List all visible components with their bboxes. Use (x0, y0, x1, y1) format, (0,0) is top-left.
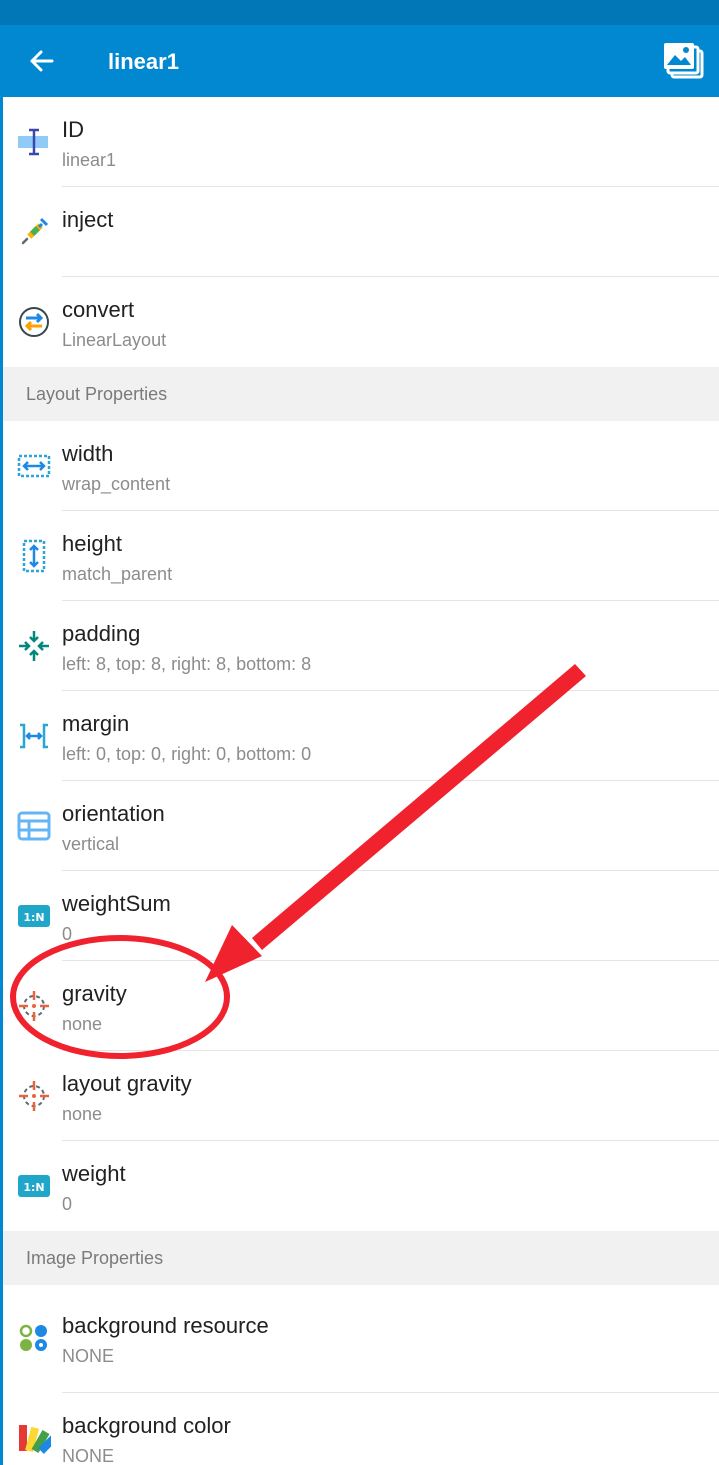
property-value: wrap_content (62, 474, 171, 494)
property-value: NONE (62, 1346, 115, 1366)
property-row-padding[interactable]: padding left: 8, top: 8, right: 8, botto… (3, 601, 719, 691)
crosshair-icon (17, 1079, 51, 1113)
dots-palette-icon (17, 1321, 51, 1355)
margin-brackets-icon (17, 719, 51, 753)
property-row-background-resource[interactable]: background resource NONE (3, 1285, 719, 1393)
section-header-image-properties: Image Properties (3, 1231, 719, 1285)
property-row-inject[interactable]: inject (3, 187, 719, 277)
section-header-layout-properties: Layout Properties (3, 367, 719, 421)
property-row-gravity[interactable]: gravity none (3, 961, 719, 1051)
width-arrows-icon (17, 449, 51, 483)
properties-list[interactable]: ID linear1 inject convert LinearLayout L… (0, 97, 719, 1465)
property-row-margin[interactable]: margin left: 0, top: 0, right: 0, bottom… (3, 691, 719, 781)
property-value: left: 0, top: 0, right: 0, bottom: 0 (62, 744, 312, 764)
property-value: NONE (62, 1446, 115, 1465)
property-label: layout gravity (62, 1071, 192, 1096)
page-title: linear1 (108, 49, 179, 74)
property-label: ID (62, 117, 84, 142)
property-row-width[interactable]: width wrap_content (3, 421, 719, 511)
id-field-icon (17, 125, 51, 159)
property-value: 0 (62, 1194, 73, 1214)
arrow-left-icon (30, 50, 54, 72)
property-label: background color (62, 1413, 231, 1438)
status-bar (0, 0, 719, 25)
image-stack-icon (664, 43, 704, 79)
property-row-background-color[interactable]: background color NONE (3, 1393, 719, 1465)
property-label: convert (62, 297, 135, 322)
property-value: none (62, 1014, 103, 1034)
crosshair-icon (17, 989, 51, 1023)
property-label: inject (62, 207, 114, 232)
property-label: width (62, 441, 114, 466)
property-label: background resource (62, 1313, 269, 1338)
property-row-id[interactable]: ID linear1 (3, 97, 719, 187)
property-row-layout-gravity[interactable]: layout gravity none (3, 1051, 719, 1141)
property-label: margin (62, 711, 130, 736)
property-label: orientation (62, 801, 165, 826)
property-row-orientation[interactable]: orientation vertical (3, 781, 719, 871)
property-value: 0 (62, 924, 73, 944)
ratio-icon-text: 1:N (23, 911, 44, 924)
ratio-icon-text: 1:N (23, 1181, 44, 1194)
property-value: left: 8, top: 8, right: 8, bottom: 8 (62, 654, 312, 674)
color-swatches-icon (17, 1421, 58, 1455)
property-row-convert[interactable]: convert LinearLayout (3, 277, 719, 367)
property-label: padding (62, 621, 141, 646)
ratio-1n-icon: 1:N (17, 899, 51, 933)
property-row-weightsum[interactable]: 1:N weightSum 0 (3, 871, 719, 961)
property-value: match_parent (62, 564, 173, 584)
ratio-1n-icon: 1:N (17, 1169, 51, 1203)
app-bar: linear1 (0, 25, 719, 97)
property-row-weight[interactable]: 1:N weight 0 (3, 1141, 719, 1231)
property-value: linear1 (62, 150, 117, 170)
padding-arrows-icon (17, 629, 51, 663)
property-value: LinearLayout (62, 330, 167, 350)
property-label: height (62, 531, 122, 556)
property-label: weight (62, 1161, 126, 1186)
property-value: vertical (62, 834, 120, 854)
gallery-button[interactable] (660, 39, 706, 83)
property-label: weightSum (62, 891, 171, 916)
height-arrows-icon (17, 539, 51, 573)
back-button[interactable] (22, 41, 62, 81)
convert-arrows-icon (17, 305, 51, 339)
table-grid-icon (17, 809, 51, 843)
property-row-height[interactable]: height match_parent (3, 511, 719, 601)
syringe-icon (17, 215, 51, 249)
property-value: none (62, 1104, 103, 1124)
property-label: gravity (62, 981, 127, 1006)
